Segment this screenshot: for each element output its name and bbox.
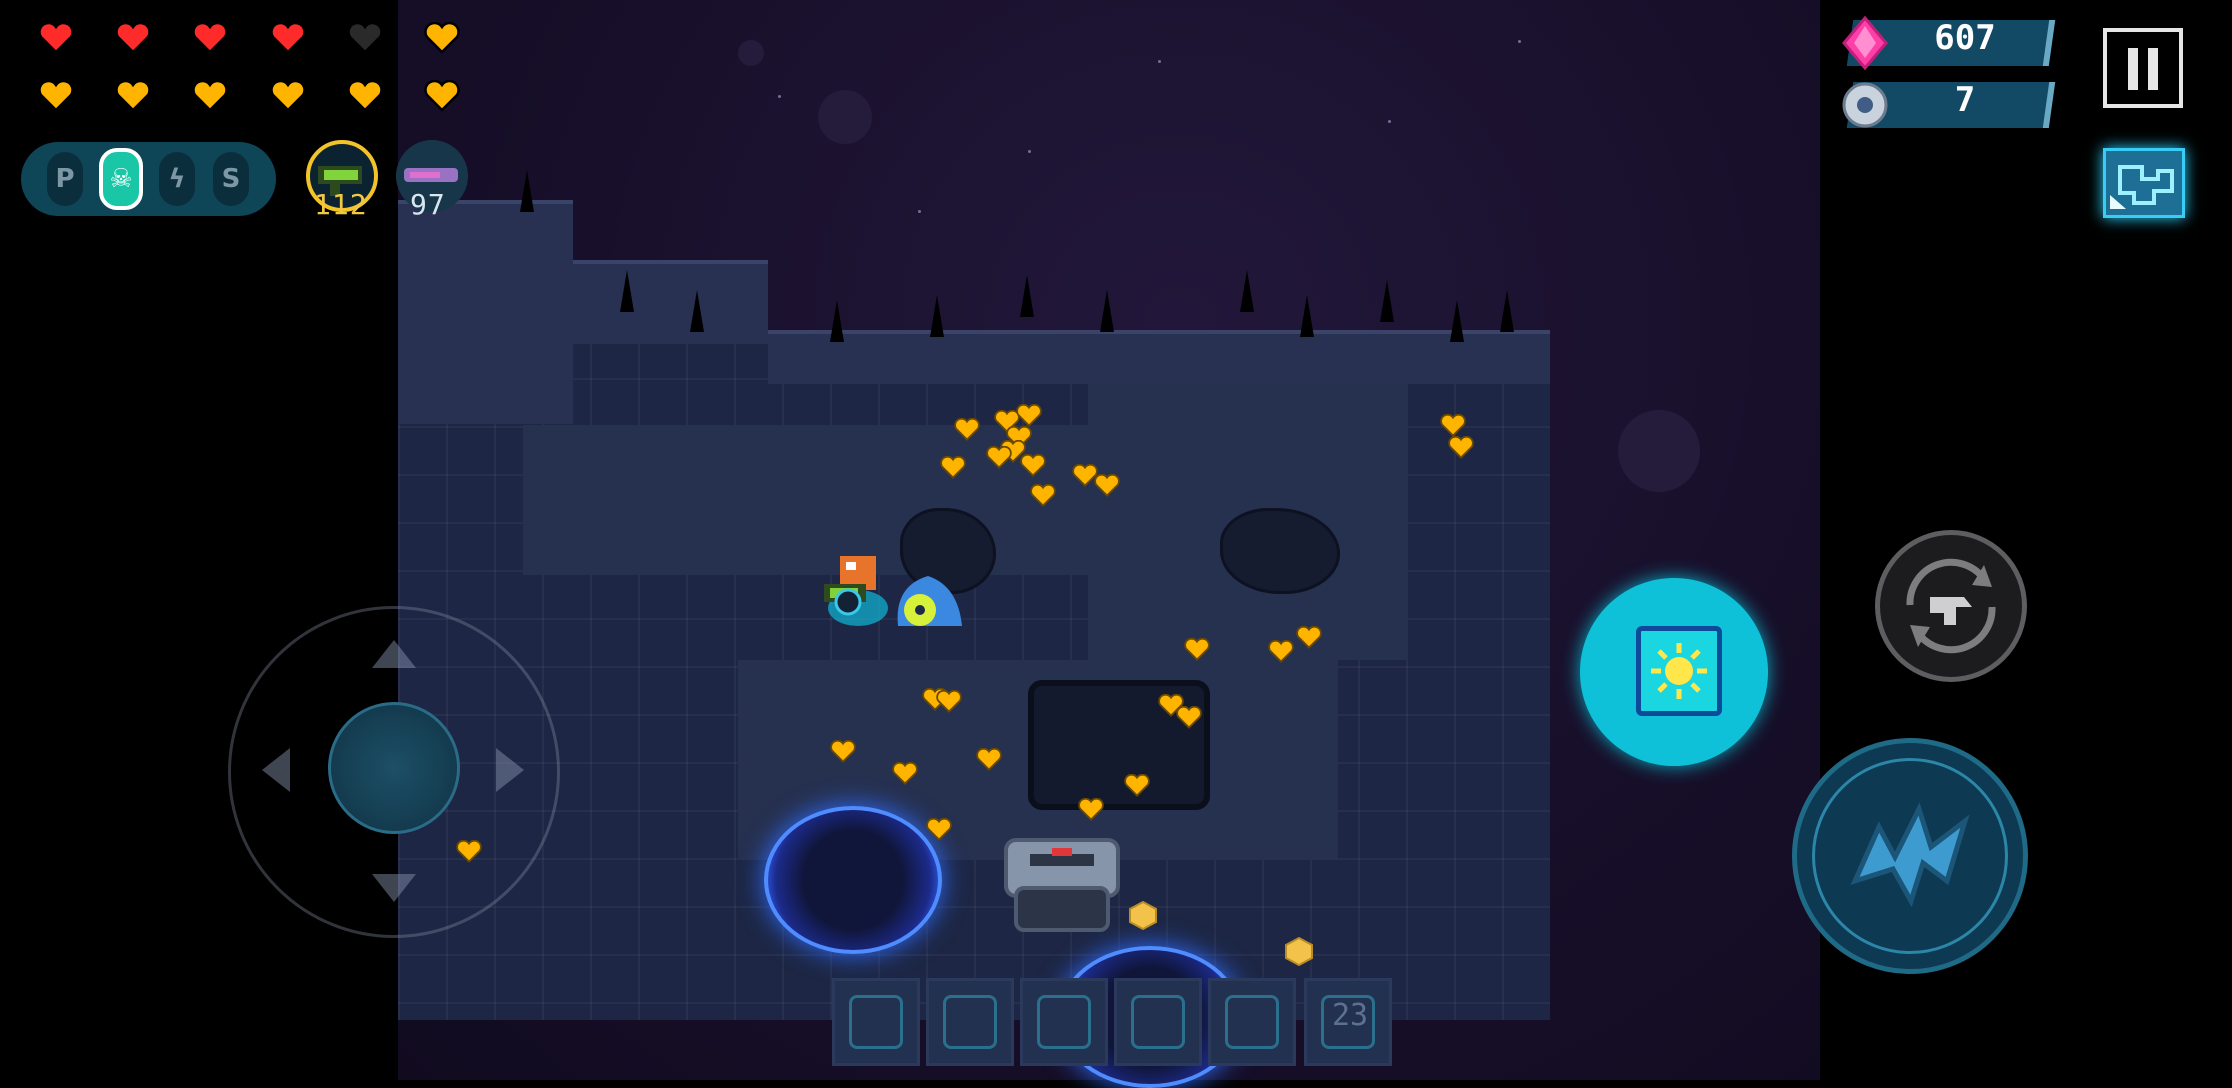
inventory-slot[interactable]	[1020, 978, 1108, 1066]
chest-icon	[1225, 995, 1279, 1049]
fire-icon	[1037, 995, 1091, 1049]
heart-pickup-icon	[1184, 637, 1210, 661]
health-heart-icon	[347, 21, 383, 54]
swap-weapon-icon	[1906, 558, 1996, 654]
attack-icon	[1850, 802, 1970, 908]
armor-heart-icon	[347, 79, 383, 112]
heart-pickup-icon	[940, 455, 966, 479]
left-wall	[398, 200, 573, 424]
weapon-chest[interactable]	[1000, 824, 1124, 936]
energy-cube[interactable]	[1128, 900, 1158, 930]
health-heart-icon	[192, 21, 228, 54]
heart-pickup-icon	[1078, 797, 1104, 821]
top-wall	[768, 330, 1550, 384]
inventory-slot[interactable]	[832, 978, 920, 1066]
buff-s: S	[213, 152, 249, 206]
parts-count: 7	[1954, 80, 1976, 120]
weapon-ammo-primary: 112	[314, 188, 368, 221]
player-character	[824, 556, 888, 626]
heart-pickup-icon	[936, 689, 962, 713]
armor-heart-icon	[38, 79, 74, 112]
heart-pickup-icon	[1268, 639, 1294, 663]
joystick-down-arrow-icon	[372, 874, 416, 902]
diamond-icon	[1131, 995, 1185, 1049]
health-heart-icon	[270, 21, 306, 54]
heart-pickup-icon	[1030, 483, 1056, 507]
buff-lightning-icon: ϟ	[159, 152, 195, 206]
boot-icon	[943, 995, 997, 1049]
weapon-ammo-secondary: 97	[410, 188, 446, 221]
inventory-slot[interactable]	[1114, 978, 1202, 1066]
heart-pickup-icon	[1094, 473, 1120, 497]
inventory-slot[interactable]	[926, 978, 1014, 1066]
heart-pickup-icon	[1176, 705, 1202, 729]
health-heart-icon	[424, 21, 460, 54]
pause-button[interactable]	[2103, 28, 2183, 108]
sun-skill-icon	[1636, 626, 1722, 716]
heart-potion-icon	[849, 995, 903, 1049]
gem-icon	[1842, 16, 1888, 70]
health-heart-icon	[115, 21, 151, 54]
attack-button-ring	[1812, 758, 2008, 954]
heart-pickup-icon	[954, 417, 980, 441]
joystick-left-arrow-icon	[262, 748, 290, 792]
heart-pickup-icon	[1296, 625, 1322, 649]
heart-pickup-icon	[986, 445, 1012, 469]
parts-icon	[1842, 82, 1888, 128]
map-button[interactable]	[2103, 148, 2185, 218]
heart-pickup-icon	[976, 747, 1002, 771]
heart-pickup-icon	[892, 761, 918, 785]
map-icon	[2110, 165, 2174, 209]
blue-portal[interactable]	[764, 806, 942, 954]
inventory-count: 23	[1332, 998, 1369, 1033]
inventory-slot[interactable]	[1208, 978, 1296, 1066]
heart-pickup-icon	[1020, 453, 1046, 477]
heart-pickup-icon	[1440, 413, 1466, 437]
buff-p: P	[47, 152, 83, 206]
joystick-up-arrow-icon	[372, 640, 416, 668]
buff-bar: P ☠ ϟ S	[21, 142, 276, 216]
swap-weapon-button[interactable]	[1875, 530, 2027, 682]
buff-skull-icon: ☠	[99, 148, 143, 210]
pause-icon	[2128, 48, 2138, 90]
heart-pickup-icon	[1448, 435, 1474, 459]
gem-count: 607	[1934, 18, 1996, 58]
heart-pickup-icon	[1124, 773, 1150, 797]
health-heart-icon	[38, 21, 74, 54]
heart-pickup-icon	[1016, 403, 1042, 427]
heart-pickup-icon	[830, 739, 856, 763]
armor-heart-icon	[424, 79, 460, 112]
pet-companion	[897, 576, 962, 626]
energy-cube[interactable]	[1284, 936, 1314, 966]
armor-heart-icon	[192, 79, 228, 112]
pause-icon	[2148, 48, 2158, 90]
heart-pickup-icon	[926, 817, 952, 841]
joystick-right-arrow-icon	[496, 748, 524, 792]
armor-heart-icon	[115, 79, 151, 112]
joystick-knob[interactable]	[328, 702, 460, 834]
armor-heart-icon	[270, 79, 306, 112]
